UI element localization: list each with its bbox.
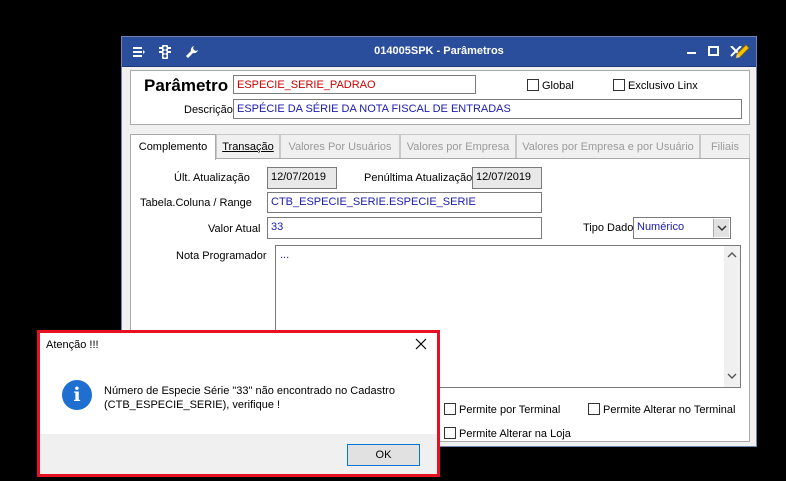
tab-strip: Complemento Transação Valores Por Usuári… — [130, 134, 750, 160]
tabela-coluna-field[interactable]: CTB_ESPECIE_SERIE.ESPECIE_SERIE — [267, 192, 542, 213]
dialog-message: Número de Especie Série "33" não encontr… — [104, 385, 395, 411]
penultima-atualizacao-label: Penúltima Atualização — [364, 172, 473, 184]
tabela-coluna-label: Tabela.Coluna / Range — [140, 197, 252, 209]
tab-valores-por-usuarios[interactable]: Valores Por Usuários — [280, 134, 400, 158]
permite-alterar-terminal-label: Permite Alterar no Terminal — [603, 404, 736, 416]
exclusivo-linx-checkbox[interactable] — [613, 79, 625, 91]
dialog-title: Atenção !!! — [46, 339, 99, 351]
penultima-atualizacao-field: 12/07/2019 — [472, 167, 542, 189]
parametro-label: Parâmetro — [144, 76, 229, 95]
exclusivo-linx-label: Exclusivo Linx — [628, 80, 698, 92]
pencil-icon[interactable] — [733, 43, 751, 61]
parameter-header-panel: Parâmetro ESPECIE_SERIE_PADRAO Global Ex… — [130, 70, 750, 125]
nota-programador-text: ... — [280, 249, 290, 261]
global-checkbox[interactable] — [527, 79, 539, 91]
title-bar: 014005SPK - Parâmetros — [122, 37, 756, 67]
nota-programador-label: Nota Programador — [176, 250, 267, 262]
tipo-dado-select[interactable]: Numérico — [633, 217, 731, 239]
descricao-label: Descrição — [184, 104, 233, 116]
alert-dialog: Atenção !!! i Número de Especie Série "3… — [37, 330, 440, 477]
window-title: 014005SPK - Parâmetros — [374, 45, 504, 57]
minimize-icon[interactable] — [686, 46, 698, 57]
tipo-dado-value: Numérico — [637, 221, 685, 233]
valor-atual-label: Valor Atual — [208, 223, 261, 235]
tab-complemento[interactable]: Complemento — [130, 134, 216, 160]
scroll-up-icon[interactable] — [727, 250, 737, 262]
permite-alterar-loja-checkbox[interactable] — [444, 427, 456, 439]
tab-valores-por-empresa[interactable]: Valores por Empresa — [400, 134, 516, 158]
ult-atualizacao-field: 12/07/2019 — [267, 167, 337, 189]
global-label: Global — [542, 80, 574, 92]
dialog-close-icon[interactable] — [415, 337, 427, 353]
scroll-down-icon[interactable] — [727, 371, 737, 383]
permite-alterar-terminal-checkbox[interactable] — [588, 403, 600, 415]
memo-scrollbar[interactable] — [724, 246, 740, 387]
dialog-footer: OK — [40, 434, 437, 474]
tab-filiais[interactable]: Filiais — [700, 134, 750, 158]
ult-atualizacao-label: Últ. Atualização — [174, 172, 250, 184]
tab-valores-por-empresa-usuario[interactable]: Valores por Empresa e por Usuário — [516, 134, 700, 158]
permite-alterar-loja-label: Permite Alterar na Loja — [459, 428, 571, 440]
chevron-down-icon[interactable] — [713, 219, 729, 237]
valor-atual-field[interactable]: 33 — [267, 217, 542, 239]
tab-transacao[interactable]: Transação — [216, 134, 280, 158]
descricao-field[interactable]: ESPÉCIE DA SÉRIE DA NOTA FISCAL DE ENTRA… — [233, 99, 742, 119]
ok-button[interactable]: OK — [347, 444, 420, 466]
permite-terminal-checkbox[interactable] — [444, 403, 456, 415]
tipo-dado-label: Tipo Dado — [583, 222, 634, 234]
parametro-field[interactable]: ESPECIE_SERIE_PADRAO — [233, 75, 476, 94]
info-icon: i — [62, 380, 92, 410]
permite-terminal-label: Permite por Terminal — [459, 404, 561, 416]
maximize-icon[interactable] — [708, 46, 720, 57]
